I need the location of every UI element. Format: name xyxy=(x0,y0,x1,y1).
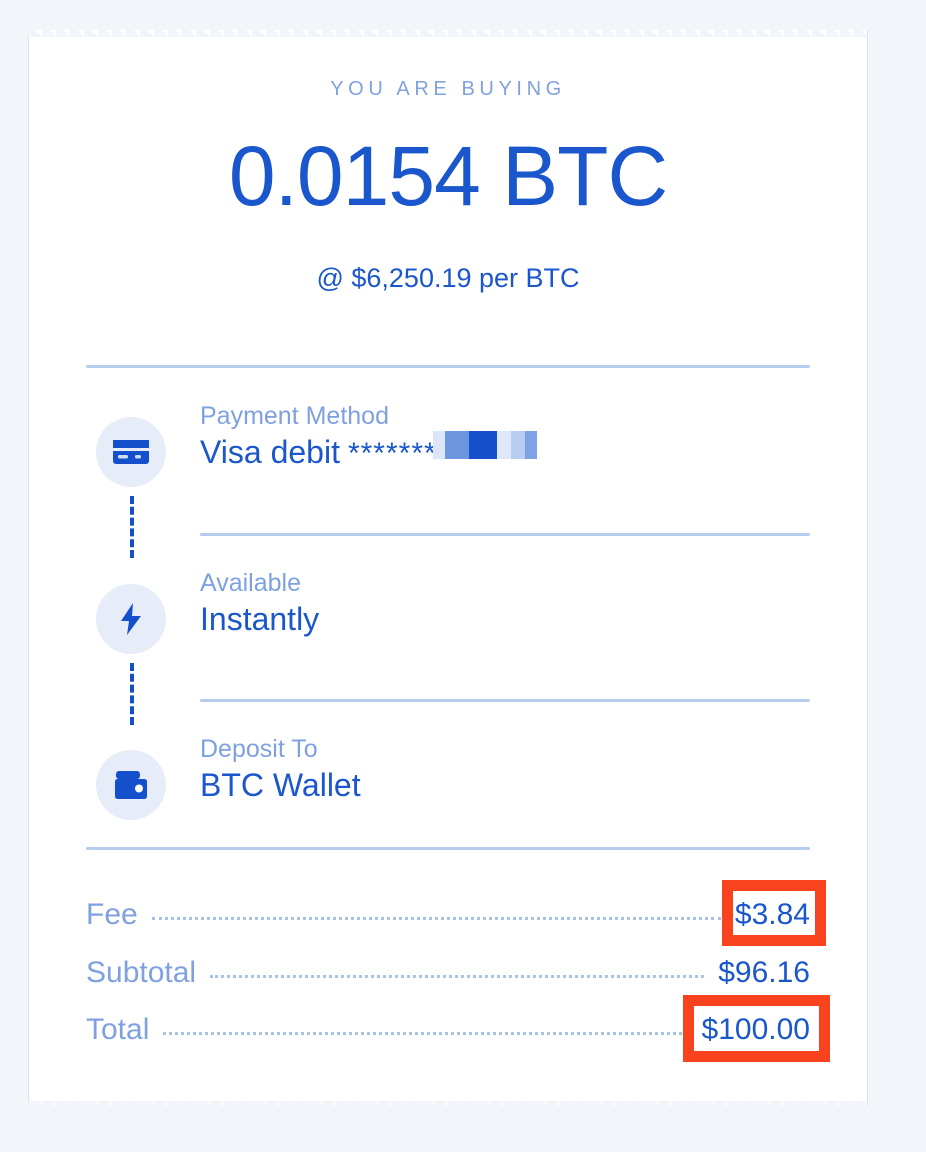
step-connector-2 xyxy=(130,663,134,725)
total-value-total: $100.00 xyxy=(701,1013,810,1046)
card-mask-stars: ******* xyxy=(347,437,437,471)
step-label-deposit-to: Deposit To xyxy=(200,735,318,763)
receipt-torn-edge-bottom xyxy=(28,1101,870,1115)
leader-dots-fee xyxy=(151,917,721,920)
divider-step-1 xyxy=(200,533,810,536)
wallet-icon xyxy=(96,750,166,820)
step-label-payment-method: Payment Method xyxy=(200,402,389,430)
total-row-total: Total $100.00 xyxy=(86,1013,810,1057)
total-label-fee: Fee xyxy=(86,898,138,931)
buy-amount: 0.0154 BTC xyxy=(228,129,668,223)
total-row-subtotal: Subtotal $96.16 xyxy=(86,956,810,1000)
receipt-torn-edge-top xyxy=(28,23,870,37)
step-label-availability: Available xyxy=(200,569,302,597)
credit-card-icon xyxy=(96,417,166,487)
leader-dots-total xyxy=(163,1032,688,1035)
btc-rate: @ $6,250.19 per BTC xyxy=(316,263,580,293)
card-digits-redaction xyxy=(432,431,537,460)
total-label-subtotal: Subtotal xyxy=(86,956,197,989)
total-value-fee: $3.84 xyxy=(734,898,810,931)
divider-step-2 xyxy=(200,699,810,702)
total-row-fee: Fee $3.84 xyxy=(86,898,810,942)
step-value-deposit-to: BTC Wallet xyxy=(200,767,361,804)
divider-bottom xyxy=(86,847,810,850)
divider-top xyxy=(86,365,810,368)
receipt-card: YOU ARE BUYING 0.0154 BTC @ $6,250.19 pe… xyxy=(28,18,870,1116)
total-label-total: Total xyxy=(86,1013,150,1046)
step-connector-1 xyxy=(130,496,134,558)
leader-dots-subtotal xyxy=(210,975,705,978)
step-value-payment-method: Visa debit ******* xyxy=(200,431,537,474)
step-value-availability: Instantly xyxy=(200,601,320,638)
total-value-subtotal: $96.16 xyxy=(718,956,810,989)
card-brand-text: Visa debit xyxy=(200,434,340,471)
lightning-bolt-icon xyxy=(96,584,166,654)
receipt-kicker: YOU ARE BUYING xyxy=(330,78,566,100)
